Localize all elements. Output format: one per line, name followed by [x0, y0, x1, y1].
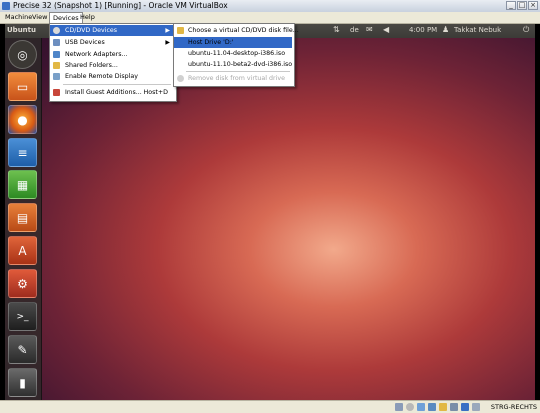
- submenu-arrow-icon: ▶: [165, 39, 170, 46]
- menu-item-cd-dvd-devices[interactable]: CD/DVD Devices ▶: [50, 25, 174, 36]
- keyboard-capture-icon[interactable]: [472, 403, 480, 411]
- menu-item-label: Network Adapters...: [65, 51, 128, 58]
- submenu-item-label: Host Drive 'D:': [188, 39, 234, 46]
- submenu-item-label: ubuntu-11.04-desktop-i386.iso: [188, 50, 286, 57]
- submenu-item-remove-disk: Remove disk from virtual drive: [174, 73, 292, 84]
- shared-folder-icon[interactable]: [439, 403, 447, 411]
- menu-item-label: CD/DVD Devices: [65, 27, 118, 34]
- minimize-button[interactable]: _: [506, 1, 516, 10]
- submenu-arrow-icon: ▶: [165, 27, 170, 34]
- clock[interactable]: 4:00 PM: [409, 26, 437, 34]
- statusbar: STRG-RECHTS: [0, 400, 540, 413]
- submenu-item-label: Choose a virtual CD/DVD disk file...: [188, 27, 299, 34]
- menu-item-label: USB Devices: [65, 39, 105, 46]
- usb-icon: [53, 39, 60, 46]
- remote-display-icon: [53, 73, 60, 80]
- calc-icon[interactable]: ▦: [8, 170, 37, 199]
- guest-additions-icon: [53, 89, 60, 96]
- keyboard-layout[interactable]: de: [350, 26, 359, 34]
- menu-item-network-adapters[interactable]: Network Adapters...: [50, 49, 174, 60]
- menu-separator: [63, 84, 171, 85]
- firefox-icon[interactable]: ●: [8, 105, 37, 134]
- menu-item-enable-remote-display[interactable]: Enable Remote Display: [50, 71, 174, 82]
- virtualbox-icon: [2, 2, 10, 10]
- usb-icon[interactable]: [417, 403, 425, 411]
- submenu-item-ubuntu-11-10-iso[interactable]: ubuntu-11.10-beta2-dvd-i386.iso: [174, 59, 292, 70]
- cd-dvd-icon: [53, 27, 60, 34]
- software-center-icon[interactable]: A: [8, 236, 37, 265]
- menu-item-shortcut: Host+D: [143, 89, 168, 96]
- volume-icon[interactable]: ◀: [383, 25, 389, 34]
- impress-icon[interactable]: ▤: [8, 203, 37, 232]
- menu-item-label: Install Guest Additions...: [65, 89, 142, 96]
- submenu-separator: [186, 71, 290, 72]
- files-icon[interactable]: ▭: [8, 72, 37, 101]
- submenu-item-choose-disk-file[interactable]: Choose a virtual CD/DVD disk file...: [174, 25, 299, 36]
- editor-icon[interactable]: ✎: [8, 335, 37, 364]
- menu-item-label: Shared Folders...: [65, 62, 118, 69]
- network-icon: [53, 51, 60, 58]
- user-icon[interactable]: ♟: [442, 25, 449, 34]
- unity-launcher: ◎ ▭ ● ≡ ▦ ▤ A ⚙ >_ ✎ ▮: [5, 38, 42, 400]
- user-name[interactable]: Takkat Nebuk: [454, 26, 501, 34]
- network-icon[interactable]: [428, 403, 436, 411]
- maximize-button[interactable]: □: [517, 1, 527, 10]
- submenu-item-label: ubuntu-11.10-beta2-dvd-i386.iso: [188, 61, 293, 68]
- menu-item-label: Enable Remote Display: [65, 73, 138, 80]
- submenu-item-label: Remove disk from virtual drive: [188, 75, 285, 82]
- network-icon[interactable]: ⇅: [333, 25, 340, 34]
- settings-icon[interactable]: ⚙: [8, 269, 37, 298]
- close-button[interactable]: ×: [528, 1, 538, 10]
- optical-drive-icon[interactable]: [406, 403, 414, 411]
- shared-folder-icon: [53, 62, 60, 69]
- submenu-item-ubuntu-11-04-iso[interactable]: ubuntu-11.04-desktop-i386.iso: [174, 48, 292, 59]
- menu-item-usb-devices[interactable]: USB Devices ▶: [50, 37, 174, 48]
- dash-home-icon[interactable]: ◎: [8, 40, 37, 69]
- mail-icon[interactable]: ✉: [366, 25, 373, 34]
- writer-icon[interactable]: ≡: [8, 138, 37, 167]
- mouse-integration-icon[interactable]: [461, 403, 469, 411]
- menu-view[interactable]: View: [29, 12, 50, 23]
- devices-menu: CD/DVD Devices ▶ USB Devices ▶ Network A…: [49, 23, 177, 102]
- menu-item-install-guest-additions[interactable]: Install Guest Additions... Host+D: [50, 87, 174, 98]
- submenu-item-host-drive[interactable]: Host Drive 'D:': [174, 37, 292, 48]
- display-icon[interactable]: [450, 403, 458, 411]
- menu-item-shared-folders[interactable]: Shared Folders...: [50, 60, 174, 71]
- folder-icon: [177, 27, 184, 34]
- terminal-icon[interactable]: >_: [8, 302, 37, 331]
- hard-disk-icon[interactable]: [395, 403, 403, 411]
- eject-icon: [177, 75, 184, 82]
- cd-dvd-submenu: Choose a virtual CD/DVD disk file... Hos…: [173, 23, 299, 87]
- power-icon[interactable]: ⏻: [523, 25, 529, 35]
- panel-title: Ubuntu: [7, 26, 36, 34]
- trash-icon[interactable]: ▮: [8, 368, 37, 397]
- window-title: Precise 32 (Snapshot 1) [Running] - Orac…: [13, 1, 228, 10]
- host-key-label: STRG-RECHTS: [490, 403, 537, 411]
- menu-help[interactable]: Help: [77, 12, 98, 23]
